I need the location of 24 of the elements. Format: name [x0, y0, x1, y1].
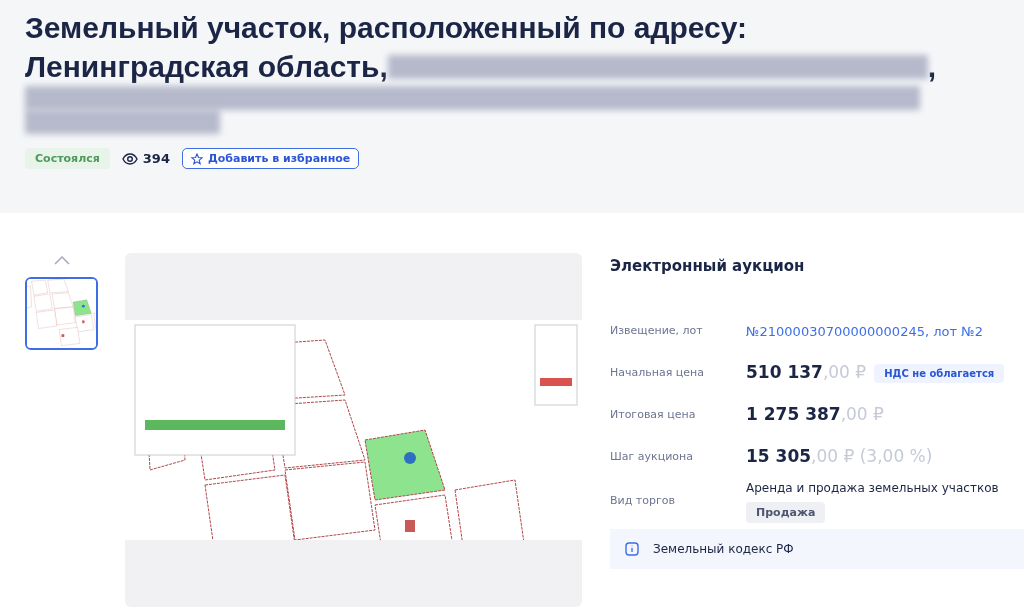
status-badge: Состоялся [25, 148, 110, 169]
price-value: 1 275 387,00 ₽ [746, 404, 884, 424]
add-to-favorites-button[interactable]: Добавить в избранное [181, 148, 360, 169]
field-label: Шаг аукциона [610, 449, 694, 463]
field-label: Итоговая цена [610, 407, 697, 421]
sale-tag: Продажа [746, 502, 826, 523]
page-title: Земельный участок, расположенный по адресу: [25, 10, 749, 46]
field-label: Начальная цена [610, 365, 705, 379]
notice-link[interactable]: №21000030700000000245, лот №2 [746, 323, 983, 339]
price-value: 15 305,00 ₽ (3,00 %) [746, 446, 933, 466]
price-value: 510 137,00 ₽ [746, 361, 867, 382]
field-value: Аренда и продажа земельных участков [746, 481, 999, 495]
field-label: Извещение, лот [610, 323, 704, 337]
vat-badge: НДС не облагается [874, 363, 1005, 383]
chevron-up-icon[interactable] [53, 256, 70, 265]
page-title: Ленинградская область, [25, 49, 388, 85]
info-icon [625, 542, 639, 556]
notice-text: Земельный кодекс РФ [653, 542, 794, 556]
auction-type-heading: Электронный аукцион [610, 257, 806, 275]
field-label: Вид торгов [610, 493, 676, 507]
star-icon [190, 152, 203, 165]
eye-icon [121, 152, 138, 165]
views-count: 394 [121, 151, 170, 166]
page-title: , [927, 49, 937, 85]
